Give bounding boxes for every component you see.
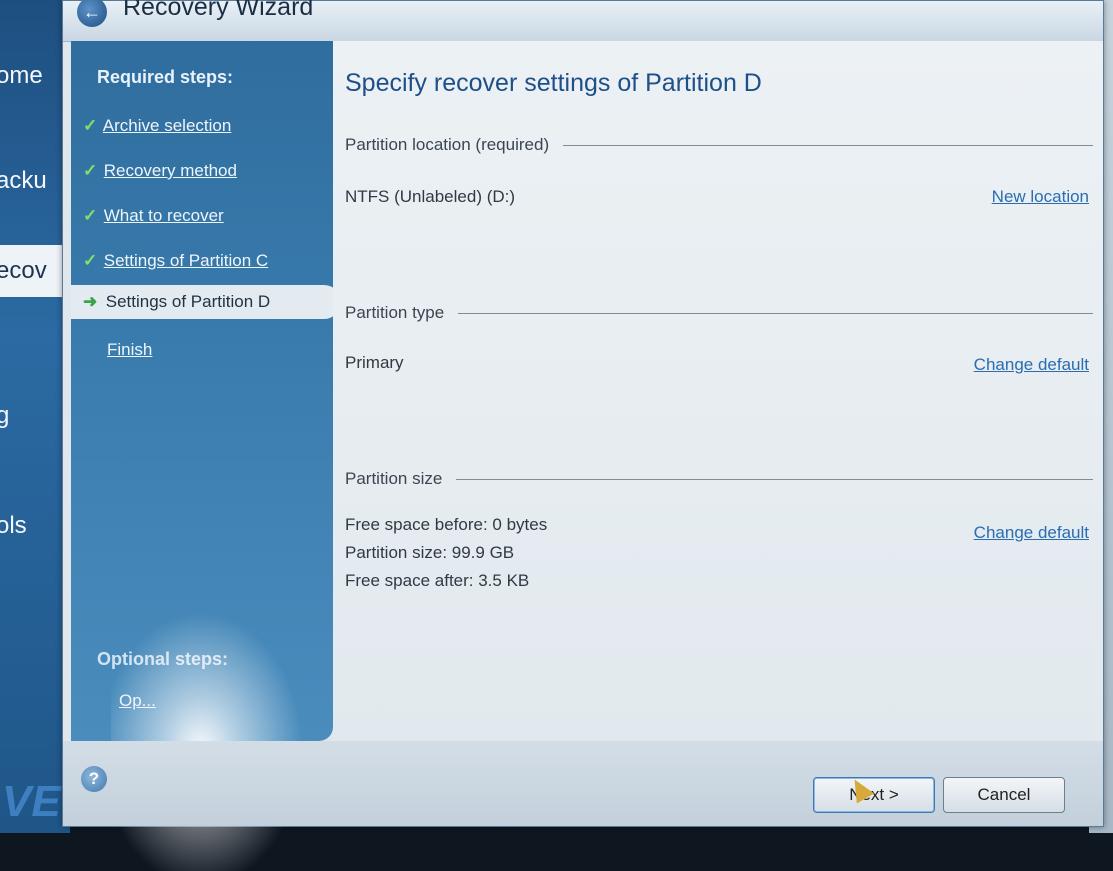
checkmark-icon: ✓ — [83, 161, 98, 180]
steps-panel: Required steps: ✓ Archive selection ✓ Re… — [71, 41, 341, 871]
help-icon[interactable]: ? — [81, 766, 107, 792]
camera-glare — [111, 601, 311, 871]
section-heading: Partition location (required) — [345, 135, 550, 154]
section-partition-location: Partition location (required) — [345, 133, 1093, 157]
title-bar: ← Recovery Wizard — [63, 0, 1103, 42]
step-label: Finish — [107, 340, 153, 359]
main-content: Specify recover settings of Partition D … — [333, 41, 1103, 741]
free-space-after: Free space after: 3.5 KB — [345, 571, 530, 590]
recovery-wizard-window: ← Recovery Wizard Required steps: ✓ Arch… — [62, 0, 1104, 871]
next-button[interactable]: Next > — [813, 777, 935, 813]
new-location-link[interactable]: New location — [992, 187, 1089, 207]
bg-nav-home[interactable]: ome — [0, 50, 70, 102]
change-type-link[interactable]: Change default — [974, 355, 1089, 375]
free-space-before: Free space before: 0 bytes — [345, 515, 548, 534]
change-size-link[interactable]: Change default — [974, 523, 1089, 543]
bg-nav-backup[interactable]: acku — [0, 155, 70, 207]
bg-nav-recovery[interactable]: ecov — [0, 245, 70, 297]
step-label: Archive selection — [102, 116, 232, 135]
current-step-arrow-icon: ➜ — [83, 292, 98, 311]
partition-location-value: NTFS (Unlabeled) (D:) — [345, 187, 516, 206]
step-label: Settings of Partition C — [103, 251, 269, 270]
checkmark-icon: ✓ — [83, 116, 98, 135]
bg-nav-logging[interactable]: g — [0, 390, 70, 442]
step-label: Settings of Partition D — [105, 292, 271, 311]
step-label: Recovery method — [103, 161, 237, 180]
partition-type-value: Primary — [345, 353, 404, 372]
brand-logo: VE — [2, 777, 61, 826]
bg-nav-tools[interactable]: ols — [0, 500, 70, 552]
section-divider — [456, 478, 1093, 480]
page-title: Specify recover settings of Partition D — [345, 69, 762, 97]
checkmark-icon: ✓ — [83, 251, 98, 270]
step-settings-partition-c[interactable]: ✓ Settings of Partition C — [83, 244, 331, 278]
step-settings-partition-d[interactable]: ➜ Settings of Partition D — [71, 285, 341, 319]
step-what-to-recover[interactable]: ✓ What to recover — [83, 199, 331, 233]
back-arrow-icon[interactable]: ← — [77, 0, 107, 27]
step-label: What to recover — [103, 206, 224, 225]
window-title: Recovery Wizard — [123, 0, 314, 21]
optional-steps-heading: Optional steps: — [97, 649, 229, 669]
optional-step-item[interactable]: Op... — [119, 691, 156, 711]
partition-size-value: Partition size: 99.9 GB — [345, 543, 515, 562]
section-partition-type: Partition type — [345, 301, 1093, 325]
section-heading: Partition size — [345, 469, 443, 488]
bottom-bar: ? Next > Cancel — [63, 741, 1103, 826]
required-steps-heading: Required steps: — [97, 67, 234, 87]
background-app-sidebar: ome acku ecov g ols VE — [0, 0, 70, 833]
section-divider — [563, 144, 1093, 146]
section-partition-size: Partition size — [345, 467, 1093, 491]
step-archive-selection[interactable]: ✓ Archive selection — [83, 109, 331, 143]
step-recovery-method[interactable]: ✓ Recovery method — [83, 154, 331, 188]
cancel-button[interactable]: Cancel — [943, 777, 1065, 813]
checkmark-icon: ✓ — [83, 206, 98, 225]
section-heading: Partition type — [345, 303, 445, 322]
section-divider — [458, 312, 1093, 314]
step-finish[interactable]: Finish — [83, 333, 355, 367]
